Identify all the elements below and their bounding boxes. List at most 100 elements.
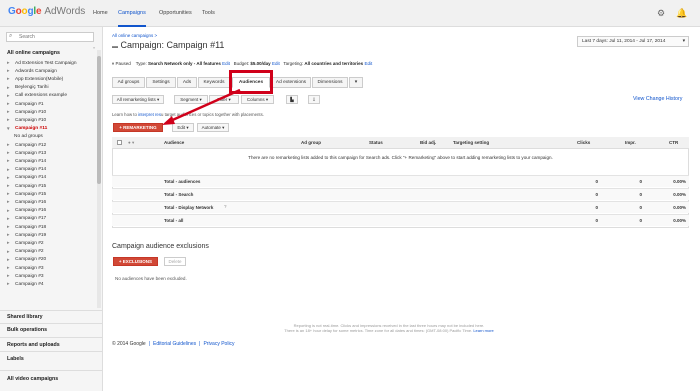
column-header-ctr[interactable]: CTR <box>669 137 678 149</box>
edit-budget-link[interactable]: Edit <box>272 61 280 66</box>
sidebar-campaign-label: Campaign #18 <box>15 224 47 230</box>
campaign-icon: ▸ <box>7 142 10 148</box>
sidebar-link-reports-uploads[interactable]: Reports and uploads <box>7 342 60 348</box>
sidebar-campaign-label: Campaign #15 <box>15 191 47 197</box>
campaign-icon: ▸ <box>7 76 10 83</box>
sidebar-scroll-thumb[interactable] <box>97 56 101 184</box>
tab-ad-groups[interactable]: Ad groups <box>112 77 145 88</box>
sidebar-link-labels[interactable]: Labels <box>7 356 24 362</box>
hint-link[interactable]: interpret res <box>138 112 161 117</box>
tab-settings[interactable]: Settings <box>146 77 176 88</box>
edit-type-link[interactable]: Edit <box>222 61 230 66</box>
download-button[interactable]: ⇩ <box>308 95 320 104</box>
sidebar-campaign-item[interactable]: ▸ Campaign #14 <box>7 174 46 182</box>
remarketing-filter-dropdown[interactable]: All remarketing lists ▾ <box>112 95 164 104</box>
column-header-targeting-setting[interactable]: Targeting setting <box>453 137 489 149</box>
sidebar-campaign-item[interactable]: ▸ Adwords Campaign <box>7 67 57 75</box>
date-range-selector[interactable]: Last 7 days: Jul 11, 2014 - Jul 17, 2014… <box>577 36 689 47</box>
sidebar-campaign-item[interactable]: ▸ Campaign #16 <box>7 198 46 206</box>
segment-dropdown[interactable]: Segment ▾ <box>174 95 208 104</box>
edit-targeting-link[interactable]: Edit <box>364 61 372 66</box>
add-remarketing-button[interactable]: + REMARKETING <box>113 123 163 132</box>
column-header-bid-adj[interactable]: Bid adj. <box>420 137 436 149</box>
campaign-icon: ▸ <box>7 60 10 66</box>
sidebar-campaign-item[interactable]: ▸ Campaign #1 <box>7 100 44 108</box>
budget-label: Budget: <box>233 61 250 66</box>
column-header-clicks[interactable]: Clicks <box>577 137 590 149</box>
sidebar-campaign-item[interactable]: No ad groups <box>14 133 43 141</box>
column-header-status[interactable]: Status <box>369 137 383 149</box>
campaign-icon: ▸ <box>7 191 10 198</box>
columns-dropdown[interactable]: Columns ▾ <box>241 95 274 104</box>
filter-dropdown[interactable]: Filter ▾ <box>209 95 239 104</box>
sidebar-search-box[interactable] <box>6 32 94 42</box>
segment-label: Segment <box>180 97 199 102</box>
table-empty-message: There are no remarketing lists added to … <box>248 155 553 160</box>
status-filter-icon[interactable]: ● ▾ <box>128 140 134 146</box>
sidebar-campaign-item[interactable]: ▸ Campaign #20 <box>7 256 46 264</box>
targeting-label: Targeting: <box>283 61 304 66</box>
column-header-audience[interactable]: Audience <box>164 137 184 149</box>
sidebar-campaign-item[interactable]: ▸ Campaign #15 <box>7 190 46 198</box>
breadcrumb[interactable]: All online campaigns > <box>112 33 157 38</box>
sidebar-campaign-item[interactable]: ▸ Campaign #10 <box>7 108 46 116</box>
sidebar-link-shared-library[interactable]: Shared library <box>7 314 43 320</box>
add-exclusions-button[interactable]: + EXCLUSIONS <box>113 257 158 266</box>
select-all-checkbox[interactable] <box>117 140 122 145</box>
sidebar-link-video-campaigns[interactable]: All video campaigns <box>7 376 58 382</box>
sidebar-campaign-item[interactable]: ▸ Campaign #14 <box>7 157 46 165</box>
nav-home[interactable]: Home <box>93 0 108 27</box>
sidebar-campaign-item[interactable]: ▸ Ad Extension Test Campaign <box>7 59 77 67</box>
sidebar-campaign-item[interactable]: ▸ Campaign #2 <box>7 239 44 247</box>
total-row-impressions: 0 <box>639 191 642 197</box>
collapse-sidebar-icon[interactable]: « <box>93 45 95 50</box>
learn-more-link[interactable]: Learn more <box>473 328 493 333</box>
bell-icon[interactable]: 🔔 <box>676 8 687 18</box>
delete-exclusions-button[interactable]: Delete <box>164 257 186 266</box>
sidebar-link-bulk-operations[interactable]: Bulk operations <box>7 327 47 333</box>
nav-opportunities[interactable]: Opportunities <box>159 0 192 27</box>
total-row-clicks: 0 <box>595 191 598 197</box>
sidebar-campaign-item[interactable]: ▸ Campaign #10 <box>7 116 46 124</box>
view-change-history-link[interactable]: View Change History <box>633 96 682 102</box>
tab-ad-extensions[interactable]: Ad extensions <box>271 77 311 88</box>
edit-dropdown[interactable]: Edit ▾ <box>172 123 194 132</box>
sidebar-campaign-item[interactable]: ▸ Campaign #3 <box>7 272 44 280</box>
sidebar-campaign-item[interactable]: ▸ Campaign #13 <box>7 149 46 157</box>
tab-ads[interactable]: Ads <box>177 77 197 88</box>
chevron-down-icon: ▾ <box>228 97 231 102</box>
sidebar-campaign-item[interactable]: ▸ Campaign #14 <box>7 166 46 174</box>
status-state: Paused <box>115 61 131 66</box>
automate-dropdown[interactable]: Automate ▾ <box>197 123 229 132</box>
sidebar-campaign-item[interactable]: ▸ Campaign #2 <box>7 248 44 256</box>
column-header-impressions[interactable]: Impr. <box>625 137 636 149</box>
adwords-logo[interactable]: Google AdWords <box>8 6 85 17</box>
tab-keywords[interactable]: Keywords <box>198 77 230 88</box>
sidebar-search-input[interactable] <box>19 33 89 41</box>
privacy-policy-link[interactable]: Privacy Policy <box>203 341 234 347</box>
sidebar-campaign-item[interactable]: ▸ Campaign #16 <box>7 207 46 215</box>
sidebar-campaign-item[interactable]: ▸ Beylengiç Tarihi <box>7 84 49 92</box>
sidebar-campaign-item[interactable]: ▸ Campaign #18 <box>7 223 46 231</box>
sidebar-campaign-item[interactable]: ▸ Campaign #12 <box>7 141 46 149</box>
tab-more-dropdown[interactable]: ▾ <box>349 77 363 88</box>
sidebar-campaign-item[interactable]: ▸ Campaign #15 <box>7 182 46 190</box>
nav-tools[interactable]: Tools <box>202 0 215 27</box>
sidebar-campaign-item[interactable]: ▸ Campaign #4 <box>7 280 44 288</box>
help-icon[interactable]: ? <box>224 204 227 209</box>
nav-campaigns[interactable]: Campaigns <box>118 0 146 27</box>
gear-icon[interactable]: ⚙ <box>656 8 666 18</box>
sidebar-campaign-item[interactable]: ▸ Campaign #3 <box>7 264 44 272</box>
sidebar-all-online-campaigns[interactable]: All online campaigns <box>7 50 60 56</box>
sidebar-campaign-item[interactable]: ▾ Campaign #11 <box>7 125 47 133</box>
editorial-guidelines-link[interactable]: Editorial Guidelines <box>153 341 196 347</box>
sidebar-campaign-item[interactable]: ▸ Campaign #19 <box>7 231 46 239</box>
sidebar-campaign-item[interactable]: ▸ Call extensions example <box>7 92 67 100</box>
sidebar-campaign-item[interactable]: ▸ App Extension(Mobile) <box>7 75 63 83</box>
column-header-ad-group[interactable]: Ad group <box>301 137 321 149</box>
campaign-icon: ▸ <box>7 199 10 206</box>
sidebar-campaign-item[interactable]: ▸ Campaign #17 <box>7 215 46 223</box>
tab-dimensions[interactable]: Dimensions <box>312 77 348 88</box>
chart-toggle-button[interactable]: ▙ <box>286 95 298 104</box>
sidebar-campaign-label: Campaign #10 <box>15 109 47 115</box>
